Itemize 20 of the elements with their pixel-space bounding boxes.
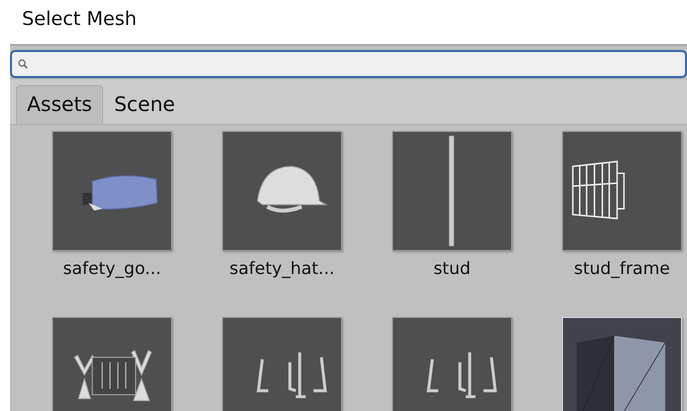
mesh-name: safety_go... [62, 259, 162, 279]
tab[interactable]: Assets [16, 85, 104, 124]
posts-drawing [256, 350, 327, 398]
helmet-drawing [256, 166, 327, 213]
mesh-thumbnail[interactable] [392, 131, 512, 251]
window-title: Select Mesh [21, 7, 138, 32]
search-field[interactable] [10, 50, 687, 78]
mesh-thumbnail[interactable] [52, 317, 172, 411]
search-icon [18, 59, 28, 69]
tab[interactable]: Scene [103, 85, 186, 124]
mesh-thumbnail[interactable] [222, 131, 342, 251]
mesh-name: stud [433, 259, 471, 279]
wall-frame-drawing [572, 160, 625, 220]
mesh-thumbnail[interactable] [392, 317, 512, 411]
posts-drawing [426, 350, 497, 398]
mesh-thumbnail[interactable] [222, 317, 342, 411]
mesh-name: stud_frame [574, 259, 670, 279]
mesh-thumbnail[interactable] [562, 131, 682, 251]
mesh-thumbnail[interactable] [52, 131, 172, 251]
mesh-name: safety_hat... [229, 259, 334, 279]
